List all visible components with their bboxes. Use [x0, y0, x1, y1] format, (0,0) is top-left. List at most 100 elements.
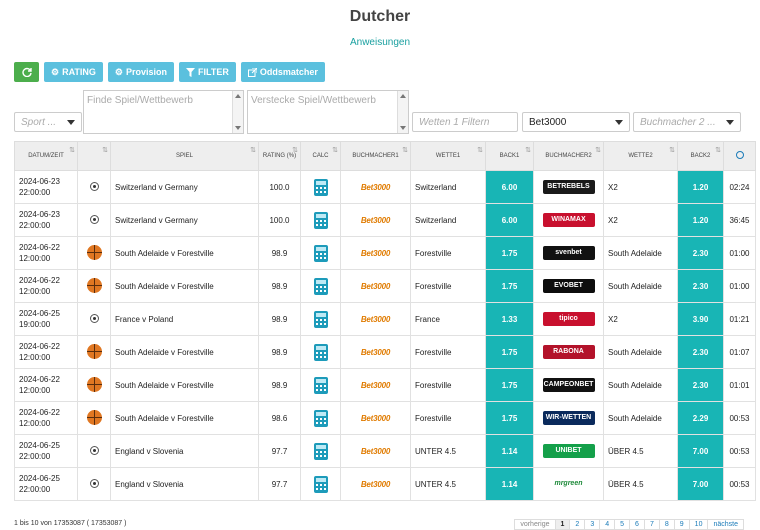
column-header[interactable]: CALC ⇅ [300, 141, 341, 171]
back1-cell[interactable]: 1.14 [485, 434, 534, 468]
back1-cell[interactable]: 1.75 [485, 269, 534, 303]
page-button[interactable]: 8 [658, 519, 675, 530]
back2-cell[interactable]: 1.20 [677, 203, 724, 237]
bookmaker1-select[interactable]: Bet3000 [522, 112, 630, 132]
column-header[interactable]: DATUM/ZEIT ⇅ [14, 141, 78, 171]
column-header[interactable]: WETTE2 ⇅ [603, 141, 678, 171]
page-button[interactable]: 2 [569, 519, 586, 530]
bet1-value: Forestville [415, 281, 452, 291]
table-row[interactable]: 2024-06-22 12:00:00 South Adelaide v Fores… [14, 236, 756, 270]
bet2-value: ÜBER 4.5 [608, 446, 644, 456]
calc-cell[interactable] [300, 434, 341, 468]
back2-cell[interactable]: 1.20 [677, 170, 724, 204]
column-header[interactable]: BACK2 ⇅ [677, 141, 724, 171]
countdown-value: 01:07 [729, 347, 750, 357]
back1-cell[interactable]: 1.14 [485, 467, 534, 501]
next-page-button[interactable]: nächste [707, 519, 744, 530]
page-button[interactable]: 7 [643, 519, 660, 530]
page-button[interactable]: 10 [688, 519, 709, 530]
calculator-icon[interactable] [313, 442, 328, 460]
bet1-filter-input[interactable]: Wetten 1 Filtern [412, 112, 518, 132]
page-button[interactable]: 5 [614, 519, 631, 530]
table-row[interactable]: 2024-06-22 12:00:00 South Adelaide v Fores… [14, 269, 756, 303]
back1-odds: 1.14 [501, 446, 518, 456]
column-header[interactable]: BACK1 ⇅ [485, 141, 534, 171]
basketball-icon [86, 376, 102, 392]
oddsmatcher-button[interactable]: Oddsmatcher [240, 62, 325, 82]
calc-cell[interactable] [300, 203, 341, 237]
table-row[interactable]: 2024-06-23 22:00:00 Switzerland v Germany 1… [14, 203, 756, 237]
sport-select[interactable]: Sport ... [14, 112, 82, 132]
table-row[interactable]: 2024-06-22 12:00:00 South Adelaide v Fores… [14, 335, 756, 369]
back1-cell[interactable]: 1.75 [485, 335, 534, 369]
rating-value: 98.9 [271, 380, 288, 390]
back1-cell[interactable]: 1.33 [485, 302, 534, 336]
calc-cell[interactable] [300, 335, 341, 369]
provision-button[interactable]: ⚙ Provision [107, 62, 175, 82]
table-row[interactable]: 2024-06-22 12:00:00 South Adelaide v Fores… [14, 401, 756, 435]
calc-cell[interactable] [300, 170, 341, 204]
page-button[interactable]: 9 [673, 519, 690, 530]
page-button[interactable]: 4 [599, 519, 616, 530]
back1-cell[interactable]: 1.75 [485, 401, 534, 435]
table-row[interactable]: 2024-06-25 22:00:00 England v Slovenia 97.7… [14, 434, 756, 468]
calc-cell[interactable] [300, 401, 341, 435]
hide-game-input[interactable]: Verstecke Spiel/Wettbewerb [247, 90, 409, 134]
calculator-icon[interactable] [313, 244, 328, 262]
filter-button[interactable]: FILTER [179, 62, 236, 82]
scrollbar[interactable] [397, 91, 408, 133]
calculator-icon[interactable] [313, 376, 328, 394]
scrollbar[interactable] [232, 91, 243, 133]
back1-cell[interactable]: 6.00 [485, 170, 534, 204]
back1-cell[interactable]: 6.00 [485, 203, 534, 237]
column-header[interactable]: ⇅ [77, 141, 111, 171]
instructions-link[interactable]: Anweisungen [0, 37, 760, 48]
back1-cell[interactable]: 1.75 [485, 368, 534, 402]
column-header[interactable]: BUCHMACHER1 ⇅ [340, 141, 411, 171]
page-button[interactable]: 1 [554, 519, 571, 530]
calc-cell[interactable] [300, 302, 341, 336]
column-header[interactable]: SPIEL ⇅ [110, 141, 259, 171]
back2-cell[interactable]: 2.30 [677, 269, 724, 303]
game-cell: England v Slovenia [110, 467, 259, 501]
back2-cell[interactable]: 2.29 [677, 401, 724, 435]
filter-button-label: FILTER [198, 67, 229, 77]
rating-button[interactable]: ⚙ RATING [44, 62, 103, 82]
back2-cell[interactable]: 2.30 [677, 335, 724, 369]
back1-cell[interactable]: 1.75 [485, 236, 534, 270]
table-row[interactable]: 2024-06-22 12:00:00 South Adelaide v Fores… [14, 368, 756, 402]
bookmaker2-cell: UNIBET [533, 434, 604, 468]
back2-cell[interactable]: 7.00 [677, 434, 724, 468]
calc-cell[interactable] [300, 368, 341, 402]
sport-cell [77, 335, 111, 369]
bookmaker2-select[interactable]: Buchmacher 2 ... [633, 112, 741, 132]
calculator-icon[interactable] [313, 343, 328, 361]
table-row[interactable]: 2024-06-25 19:00:00 France v Poland 98.9 Bet… [14, 302, 756, 336]
bookmaker1-logo: Bet3000 [360, 281, 391, 291]
calc-cell[interactable] [300, 236, 341, 270]
column-header[interactable]: WETTE1 ⇅ [410, 141, 486, 171]
filter-icon [186, 67, 196, 77]
table-row[interactable]: 2024-06-23 22:00:00 Switzerland v Germany 1… [14, 170, 756, 204]
calculator-icon[interactable] [313, 178, 328, 196]
calc-cell[interactable] [300, 467, 341, 501]
column-header[interactable]: RATING (%) ⇅ [258, 141, 301, 171]
back2-cell[interactable]: 3.90 [677, 302, 724, 336]
back2-cell[interactable]: 2.30 [677, 368, 724, 402]
column-header[interactable]: BUCHMACHER2 ⇅ [533, 141, 604, 171]
calculator-icon[interactable] [313, 409, 328, 427]
calculator-icon[interactable] [313, 277, 328, 295]
back2-cell[interactable]: 2.30 [677, 236, 724, 270]
back2-cell[interactable]: 7.00 [677, 467, 724, 501]
calc-cell[interactable] [300, 269, 341, 303]
refresh-button[interactable] [14, 62, 39, 82]
find-game-input[interactable]: Finde Spiel/Wettbewerb [83, 90, 244, 134]
column-header[interactable] [723, 141, 756, 171]
calculator-icon[interactable] [313, 475, 328, 493]
page-button[interactable]: 6 [629, 519, 645, 530]
prev-page-button[interactable]: vorherige [514, 519, 556, 530]
page-button[interactable]: 3 [584, 519, 601, 530]
calculator-icon[interactable] [313, 211, 328, 229]
table-row[interactable]: 2024-06-25 22:00:00 England v Slovenia 97.7… [14, 467, 756, 501]
calculator-icon[interactable] [313, 310, 328, 328]
